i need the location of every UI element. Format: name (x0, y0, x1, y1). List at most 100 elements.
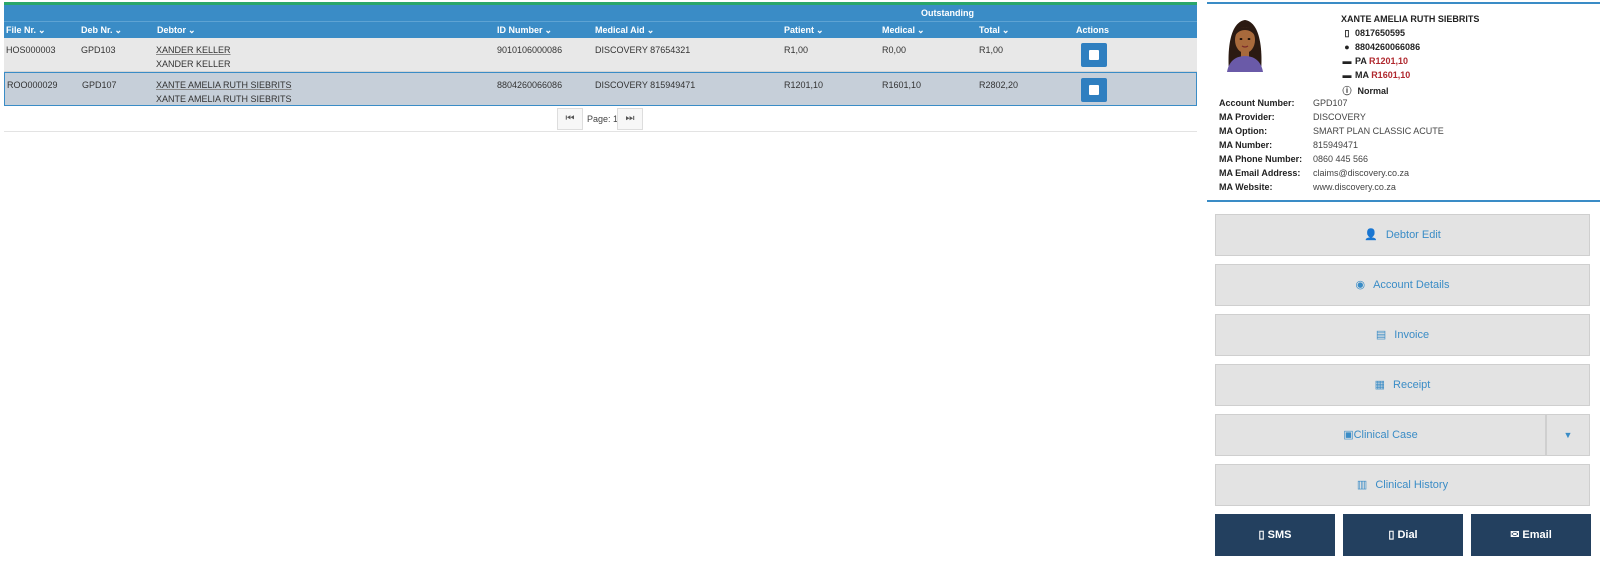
cell-deb-nr: GPD103 (81, 45, 116, 55)
detail-ma-number: MA Number: 815949471 (1219, 140, 1358, 150)
detail-ma-option: MA Option: SMART PLAN CLASSIC ACUTE (1219, 126, 1444, 136)
invoice-icon: ▤ (1375, 329, 1387, 341)
mobile-phone-icon: ▯ (1258, 529, 1265, 541)
chevron-down-icon: ⌄ (544, 25, 553, 35)
detail-value: 815949471 (1313, 140, 1359, 150)
patient-status: ⓘ Normal (1341, 84, 1389, 97)
ma-label: MA (1355, 70, 1369, 80)
patient-name: XANTE AMELIA RUTH SIEBRITS (1341, 14, 1480, 24)
user-edit-icon: 👤 (1364, 229, 1378, 241)
col-medical-aid[interactable]: Medical Aid ⌄ (595, 25, 654, 36)
user-icon: ● (1344, 42, 1350, 52)
cell-id-number: 8804260066086 (497, 80, 563, 90)
detail-value: 0860 445 566 (1313, 154, 1369, 164)
chevron-down-icon: ⌄ (917, 25, 925, 35)
last-page-button[interactable]: ⏭ (617, 108, 643, 130)
col-actions-label: Actions (1076, 25, 1110, 35)
first-page-button[interactable]: ⏮ (557, 108, 583, 130)
cell-total: R1,00 (979, 45, 1004, 55)
cell-medical-aid: DISCOVERY 87654321 (595, 45, 691, 55)
clinical-history-button[interactable]: ▥ Clinical History (1215, 464, 1590, 506)
credit-card-icon: ▬ (1342, 70, 1352, 80)
note-icon (1089, 85, 1099, 95)
detail-ma-phone: MA Phone Number: 0860 445 566 (1219, 154, 1368, 164)
table-row[interactable]: HOS000003 GPD103 XANDER KELLER XANDER KE… (4, 38, 1197, 72)
patient-phone-value: 0817650595 (1355, 28, 1406, 38)
debtor-side-panel: XANTE AMELIA RUTH SIEBRITS ▯ 0817650595 ●… (1207, 2, 1600, 556)
credit-card-icon: ▬ (1342, 56, 1352, 66)
col-medical-label: Medical (882, 25, 916, 35)
clinical-case-button[interactable]: ▣Clinical Case (1215, 414, 1546, 456)
info-icon: ⓘ (1342, 86, 1352, 96)
ma-amount: R1601,10 (1371, 70, 1411, 80)
mobile-phone-icon: ▯ (1388, 529, 1395, 541)
row-action-button[interactable] (1081, 43, 1107, 67)
envelope-icon: ✉ (1510, 529, 1520, 541)
avatar (1227, 20, 1263, 72)
detail-label: Account Number: (1219, 98, 1295, 108)
grid-header-row: File Nr. ⌄ Deb Nr. ⌄ Debtor ⌄ ID Number ⌄ Me… (4, 21, 1197, 38)
col-total[interactable]: Total ⌄ (979, 25, 1009, 36)
receipt-icon: ▦ (1374, 379, 1386, 391)
email-label: Email (1522, 529, 1552, 541)
detail-ma-website: MA Website: www.discovery.co.za (1219, 182, 1396, 192)
status-value: Normal (1357, 86, 1389, 96)
clinical-history-label: Clinical History (1375, 479, 1449, 491)
col-debtor[interactable]: Debtor ⌄ (157, 25, 196, 36)
col-deb-nr-label: Deb Nr. (81, 25, 113, 35)
invoice-label: Invoice (1394, 329, 1430, 341)
patient-card: XANTE AMELIA RUTH SIEBRITS ▯ 0817650595 ●… (1207, 2, 1600, 202)
cell-total: R2802,20 (979, 80, 1019, 90)
chevron-down-icon: ⌄ (646, 25, 655, 35)
debtor-edit-button[interactable]: 👤 Debtor Edit (1215, 214, 1590, 256)
cell-patient: R1,00 (784, 45, 809, 55)
detail-value: www.discovery.co.za (1313, 182, 1396, 192)
pa-amount: R1201,10 (1369, 56, 1409, 66)
chevron-down-icon: ⌄ (114, 25, 123, 35)
mobile-phone-icon: ▯ (1344, 28, 1350, 38)
detail-account-number: Account Number: GPD107 (1219, 98, 1348, 108)
invoice-button[interactable]: ▤ Invoice (1215, 314, 1590, 356)
col-actions: Actions (1076, 25, 1109, 35)
debtor-subname: XANTE AMELIA RUTH SIEBRITS (156, 94, 292, 104)
patient-phone: ▯ 0817650595 (1341, 28, 1406, 39)
account-details-button[interactable]: ◉ Account Details (1215, 264, 1590, 306)
col-file-nr[interactable]: File Nr. ⌄ (6, 25, 46, 36)
chevron-down-icon: ⌄ (188, 25, 196, 35)
table-row-selected[interactable]: ROO000029 GPD107 XANTE AMELIA RUTH SIEBR… (4, 72, 1197, 106)
cell-medical: R1601,10 (882, 80, 922, 90)
debtor-edit-label: Debtor Edit (1385, 229, 1441, 241)
detail-value: claims@discovery.co.za (1313, 168, 1409, 178)
cell-debtor: XANDER KELLER XANDER KELLER (156, 45, 231, 69)
outstanding-group-header: Outstanding (4, 5, 1197, 21)
debtor-link[interactable]: XANDER KELLER (156, 45, 231, 55)
detail-label: MA Email Address: (1219, 168, 1301, 178)
cell-file-nr: ROO000029 (7, 80, 58, 90)
col-medical[interactable]: Medical ⌄ (882, 25, 925, 36)
sms-button[interactable]: ▯ SMS (1215, 514, 1335, 556)
clipboard-medical-icon: ▥ (1356, 479, 1368, 491)
sms-label: SMS (1267, 529, 1292, 541)
col-id-number[interactable]: ID Number ⌄ (497, 25, 552, 36)
account-details-label: Account Details (1373, 279, 1450, 291)
receipt-label: Receipt (1393, 379, 1431, 391)
row-action-button[interactable] (1081, 78, 1107, 102)
dial-button[interactable]: ▯ Dial (1343, 514, 1463, 556)
cell-file-nr: HOS000003 (6, 45, 56, 55)
cell-medical: R0,00 (882, 45, 907, 55)
debtor-link[interactable]: XANTE AMELIA RUTH SIEBRITS (156, 80, 292, 90)
detail-value: SMART PLAN CLASSIC ACUTE (1313, 126, 1444, 136)
receipt-button[interactable]: ▦ Receipt (1215, 364, 1590, 406)
detail-ma-email: MA Email Address: claims@discovery.co.za (1219, 168, 1409, 178)
clinical-case-dropdown[interactable]: ▼ (1546, 414, 1590, 456)
detail-label: MA Provider: (1219, 112, 1275, 122)
pagination: ⏮ Page: 1 ⏭ (4, 106, 1197, 132)
chevron-down-icon: ⌄ (816, 25, 824, 35)
detail-label: MA Website: (1219, 182, 1273, 192)
first-page-icon: ⏮ (565, 113, 575, 124)
email-button[interactable]: ✉ Email (1471, 514, 1591, 556)
note-icon (1089, 50, 1099, 60)
col-deb-nr[interactable]: Deb Nr. ⌄ (81, 25, 122, 36)
col-medical-aid-label: Medical Aid (595, 25, 645, 35)
col-patient[interactable]: Patient ⌄ (784, 25, 824, 36)
